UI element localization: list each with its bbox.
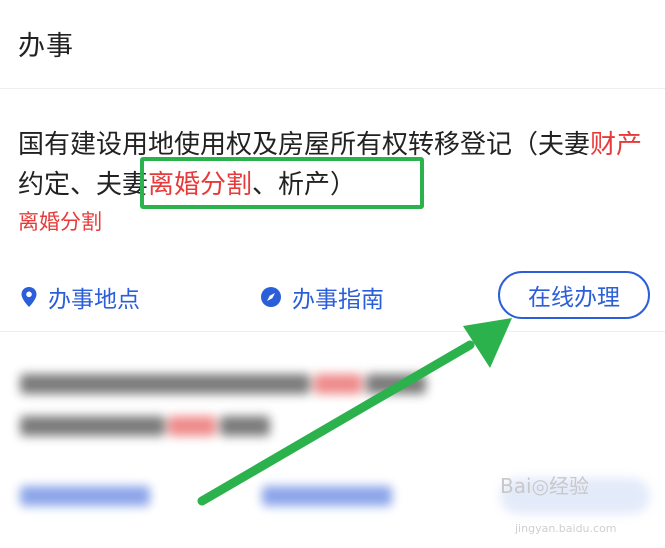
watermark-url: jingyan.baidu.com xyxy=(515,522,617,535)
annotation-arrow xyxy=(197,318,512,506)
watermark: Bai◎经验 xyxy=(500,474,589,498)
